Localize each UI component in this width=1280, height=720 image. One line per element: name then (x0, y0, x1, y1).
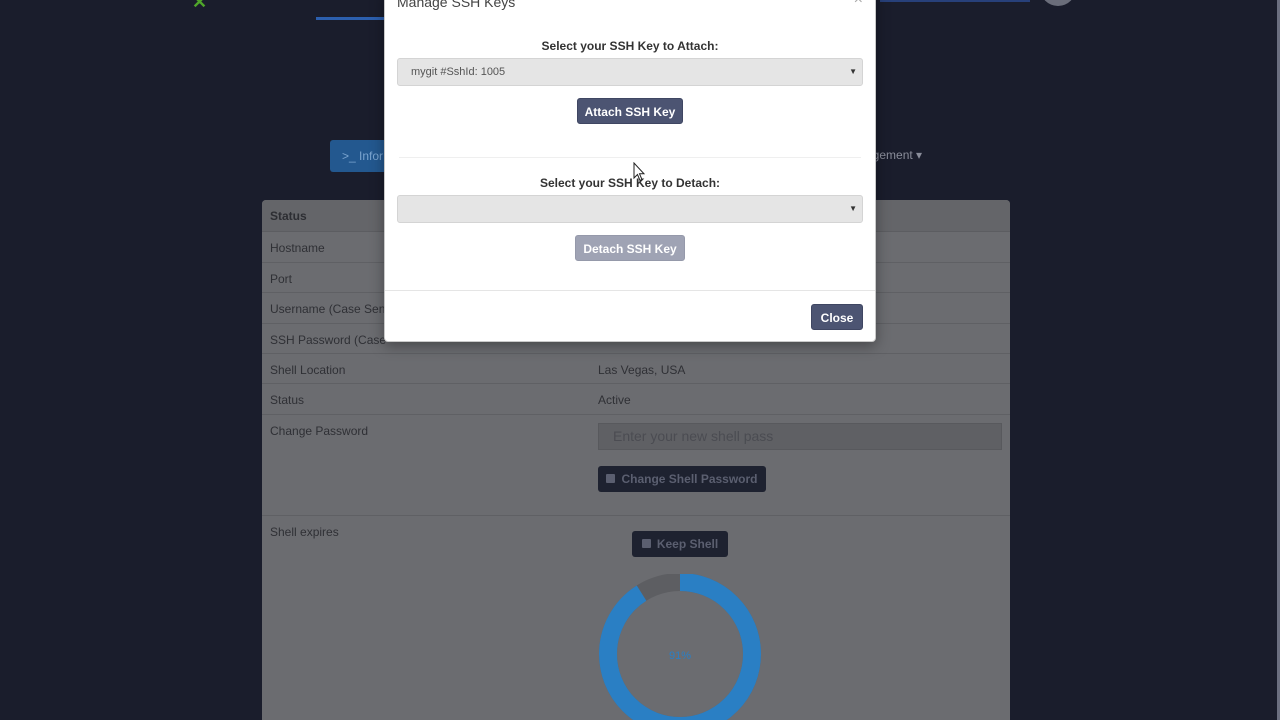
nav-active-indicator (316, 17, 386, 20)
row-label: Username (Case Sens (270, 302, 392, 316)
close-icon[interactable]: × (854, 0, 863, 9)
row-value: Las Vegas, USA (598, 363, 686, 377)
attach-key-selected: mygit #SshId: 1005 (411, 66, 506, 78)
table-row: Status Active (262, 384, 1010, 415)
row-label: Shell Location (270, 363, 346, 377)
logo-icon: ✕ (192, 0, 208, 12)
change-password-row: Change Password Enter your new shell pas… (262, 415, 1010, 516)
row-label: Status (270, 393, 305, 407)
detach-label: Select your SSH Key to Detach: (539, 176, 721, 190)
attach-key-select[interactable]: mygit #SshId: 1005 ▼ (397, 58, 863, 86)
row-label: Hostname (270, 241, 325, 255)
keep-shell-button[interactable]: Keep Shell (632, 531, 728, 557)
detach-ssh-key-button[interactable]: Detach SSH Key (575, 235, 685, 261)
shell-expiry-donut: 91% (599, 574, 761, 720)
modal-title: Manage SSH Keys (397, 0, 516, 10)
mouse-cursor-icon (633, 162, 645, 182)
donut-percent: 91% (669, 650, 691, 662)
row-label: Port (270, 272, 293, 286)
change-shell-password-button[interactable]: Change Shell Password (598, 466, 766, 492)
new-password-input[interactable]: Enter your new shell pass (598, 423, 1002, 450)
modal-footer-divider (385, 290, 875, 291)
detach-key-select[interactable]: ▼ (397, 195, 863, 223)
shell-expires-label: Shell expires (270, 525, 339, 539)
nav-indicator (880, 0, 1030, 2)
change-password-label: Change Password (270, 424, 369, 438)
attach-ssh-key-button[interactable]: Attach SSH Key (577, 98, 683, 124)
lock-icon (641, 539, 651, 548)
close-button[interactable]: Close (811, 304, 863, 330)
chevron-down-icon: ▼ (849, 67, 857, 76)
attach-label: Select your SSH Key to Attach: (541, 39, 719, 53)
change-shell-password-label: Change Shell Password (621, 472, 758, 486)
keep-shell-label: Keep Shell (656, 537, 719, 551)
row-label: SSH Password (Case (270, 333, 387, 347)
divider (399, 157, 861, 158)
chevron-down-icon: ▼ (849, 204, 857, 213)
manage-ssh-keys-modal: Manage SSH Keys × Select your SSH Key to… (384, 0, 876, 342)
avatar[interactable] (1040, 0, 1076, 6)
row-value: Active (598, 393, 631, 407)
table-row: Shell Location Las Vegas, USA (262, 354, 1010, 384)
lock-icon (606, 474, 616, 483)
